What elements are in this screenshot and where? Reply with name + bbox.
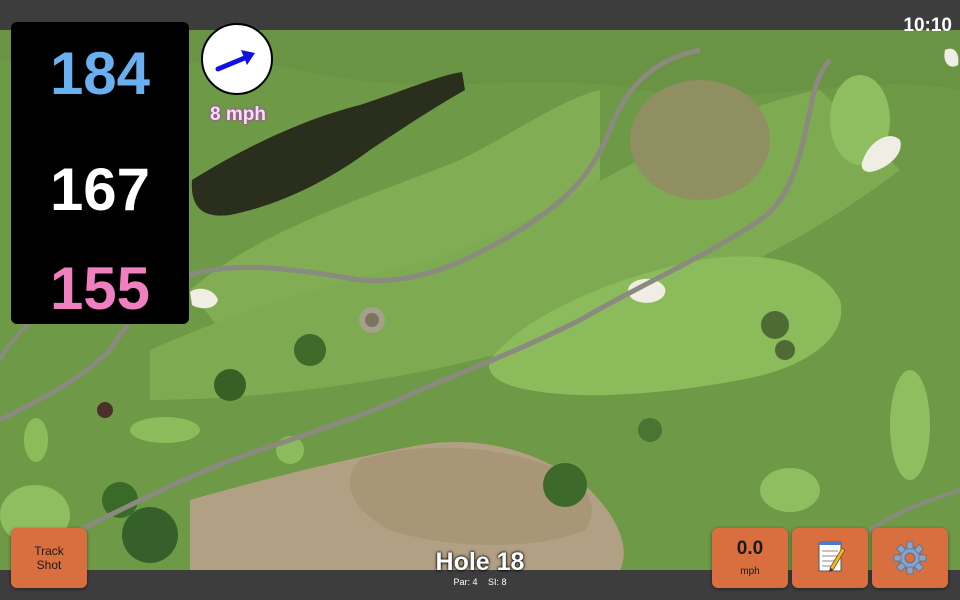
wind-arrow-icon (215, 50, 255, 72)
hole-par: Par: 4 (453, 577, 478, 587)
wind-speed-label: 8 mph (210, 104, 266, 125)
middle-distance: 167 (49, 156, 151, 223)
track-shot-button[interactable]: Track Shot (11, 528, 87, 588)
hole-info: Par: 4 SI: 8 (380, 577, 580, 587)
track-shot-label-line2: Shot (36, 558, 62, 572)
front-distance: 155 (49, 255, 151, 322)
speed-value: 0.0 (736, 538, 764, 559)
speed-unit: mph (740, 566, 760, 577)
clock: 10:10 (903, 15, 952, 36)
hole-title: Hole 18 (435, 548, 525, 576)
track-shot-label-line1: Track (34, 544, 64, 558)
gear-icon (893, 541, 927, 575)
wind-indicator[interactable] (201, 23, 273, 95)
back-distance: 184 (49, 40, 151, 107)
hole-si: SI: 8 (488, 577, 507, 587)
settings-button[interactable] (872, 528, 948, 588)
distance-panel: 184 167 155 (11, 22, 189, 324)
notes-button[interactable] (792, 528, 868, 588)
notepad-icon (818, 541, 846, 572)
speed-button[interactable]: 0.0 mph (712, 528, 788, 588)
